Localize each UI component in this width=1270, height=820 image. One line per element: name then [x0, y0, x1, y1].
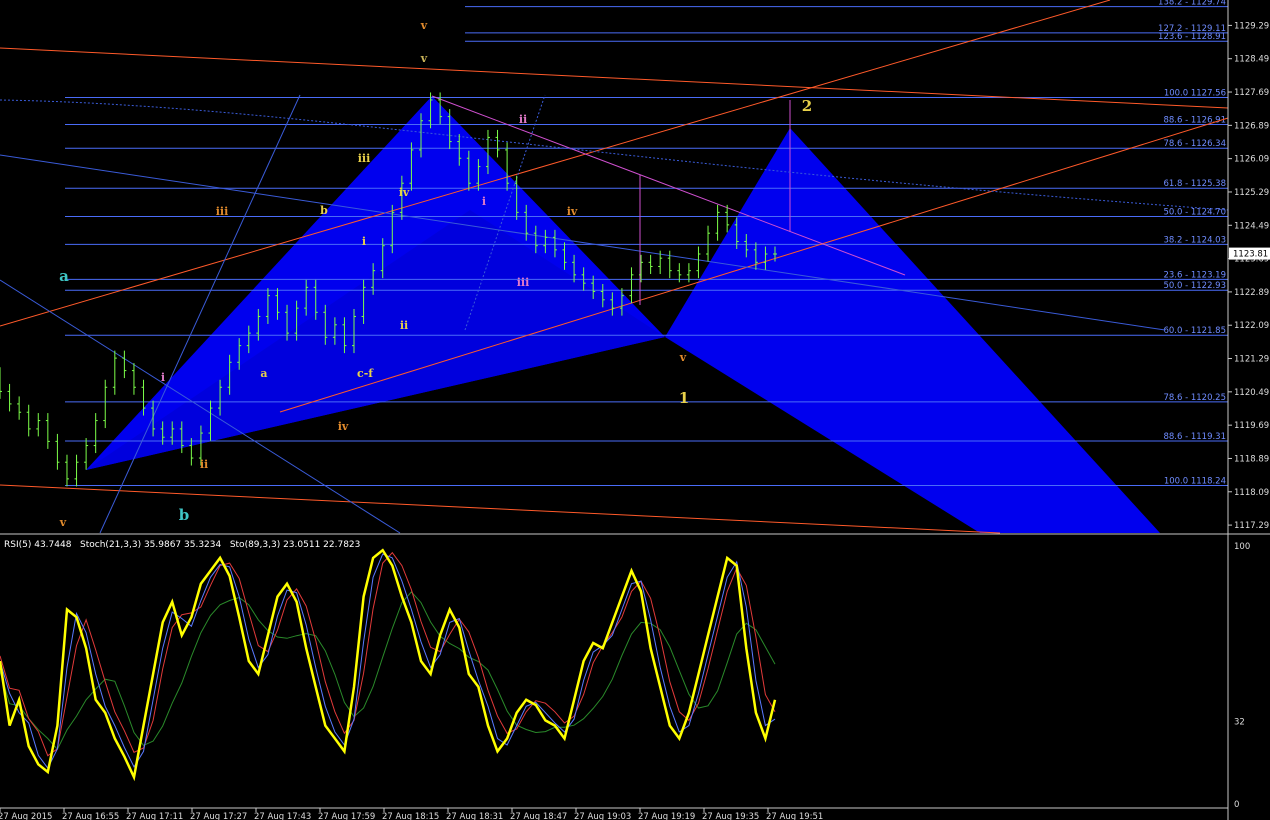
- time-tick-label: 27 Aug 18:47: [510, 812, 567, 820]
- time-axis: 27 Aug 2015 27 Aug 16:55 27 Aug 17:11 27 Au…: [0, 807, 1228, 820]
- fib-level-label: 60.0 - 1121.85: [1163, 326, 1226, 336]
- wave-label: v: [420, 19, 428, 32]
- price-tick-label: 1121.29: [1234, 355, 1269, 365]
- wave-label: c-f: [357, 367, 374, 380]
- time-tick-label: 27 Aug 16:55: [62, 812, 119, 820]
- wave-label: i: [362, 235, 366, 248]
- trend-line: [0, 47, 1229, 109]
- time-tick-label: 27 Aug 17:11: [126, 812, 183, 820]
- fib-level-label: 100.0 1127.56: [1164, 88, 1226, 98]
- wave-label: v: [679, 351, 687, 364]
- time-tick-label: 27 Aug 17:27: [190, 812, 247, 820]
- price-tick-label: 1118.09: [1234, 488, 1269, 498]
- rsi5-line: [0, 548, 777, 782]
- price-tick-label: 1127.69: [1234, 88, 1269, 98]
- osc-tick-label: 32: [1234, 717, 1245, 727]
- wave-label: iv: [338, 420, 349, 433]
- osc-tick-label: 0: [1234, 800, 1239, 810]
- sto89-slow-line: [0, 591, 776, 751]
- time-tick-label: 27 Aug 17:43: [254, 812, 311, 820]
- fib-level-label: 138.2 - 1129.74: [1158, 0, 1226, 8]
- wave-label: ii: [519, 113, 527, 126]
- price-tick-label: 1124.49: [1234, 221, 1269, 231]
- time-tick-label: 27 Aug 19:19: [638, 812, 695, 820]
- wave-label: a: [260, 367, 267, 380]
- dotted-curve: [0, 99, 1229, 211]
- price-tick-label: 1122.89: [1234, 288, 1269, 298]
- stoch21-line: [0, 553, 776, 770]
- price-tick-label: 1129.29: [1234, 21, 1269, 31]
- wave-label: v: [59, 516, 67, 529]
- wave-label: iii: [517, 276, 530, 289]
- price-tick-label: 1117.29: [1234, 521, 1269, 531]
- price-tick-label: 1118.89: [1234, 454, 1269, 464]
- price-tick-label: 1122.09: [1234, 321, 1269, 331]
- fib-level-label: 100.0 1118.24: [1164, 477, 1226, 487]
- trend-line: [0, 484, 1001, 534]
- time-tick-label: 27 Aug 18:15: [382, 812, 439, 820]
- wave-label: ii: [400, 319, 408, 332]
- wave-label: 1: [679, 389, 689, 407]
- wave-label: 2: [802, 97, 812, 115]
- price-tick-label: 1126.09: [1234, 155, 1269, 165]
- fib-level-label: 88.6 - 1126.91: [1163, 116, 1226, 126]
- wave-label: iii: [358, 152, 371, 165]
- wave-label: i: [482, 195, 486, 208]
- wave-label: iv: [399, 186, 410, 199]
- fib-level-label: 78.6 - 1120.25: [1163, 393, 1226, 403]
- wave-label: i: [161, 371, 165, 384]
- oscillator-title: RSI(5) 43.7448 Stoch(21,3,3) 35.9867 35.…: [4, 540, 361, 550]
- fib-level-label: 88.6 - 1119.31: [1163, 432, 1226, 442]
- time-tick-label: 27 Aug 19:51: [766, 812, 823, 820]
- wave-label: v: [420, 52, 428, 65]
- fib-level-label: 23.6 - 1123.19: [1163, 270, 1226, 280]
- sto89-line: [0, 551, 776, 757]
- time-tick-label: 27 Aug 19:35: [702, 812, 759, 820]
- pattern-triangle-right: [665, 128, 1160, 533]
- oscillator-panel: 100 32 0: [0, 542, 1250, 810]
- fib-level-label: 50.0 - 1122.93: [1163, 281, 1226, 291]
- time-tick-label: 27 Aug 18:31: [446, 812, 503, 820]
- chart-canvas: 138.2 - 1129.74127.2 - 1129.11123.6 - 11…: [0, 0, 1270, 820]
- time-tick-label: 27 Aug 17:59: [318, 812, 375, 820]
- wave-label: iii: [216, 205, 229, 218]
- osc-tick-label: 100: [1234, 542, 1250, 552]
- wave-label: a: [59, 267, 69, 285]
- time-tick-label: 27 Aug 2015: [0, 812, 52, 820]
- harmonic-pattern-fills: [86, 96, 1160, 533]
- time-tick-label: 27 Aug 19:03: [574, 812, 631, 820]
- wave-label: b: [320, 204, 328, 217]
- wave-label: b: [179, 506, 190, 524]
- fib-level-label: 123.6 - 1128.91: [1158, 32, 1226, 42]
- price-tick-label: 1120.49: [1234, 388, 1269, 398]
- wave-label: iv: [567, 205, 578, 218]
- wave-label: ii: [200, 458, 208, 471]
- fib-level-label: 61.8 - 1125.38: [1163, 179, 1226, 189]
- price-tick-label: 1125.29: [1234, 188, 1269, 198]
- price-tick-label: 1128.49: [1234, 55, 1269, 65]
- fib-level-label: 38.2 - 1124.03: [1163, 235, 1226, 245]
- price-tick-label: 1119.69: [1234, 421, 1269, 431]
- current-price-label: 1123.81: [1233, 250, 1268, 260]
- fib-level-label: 78.6 - 1126.34: [1163, 139, 1226, 149]
- price-tick-label: 1126.89: [1234, 121, 1269, 131]
